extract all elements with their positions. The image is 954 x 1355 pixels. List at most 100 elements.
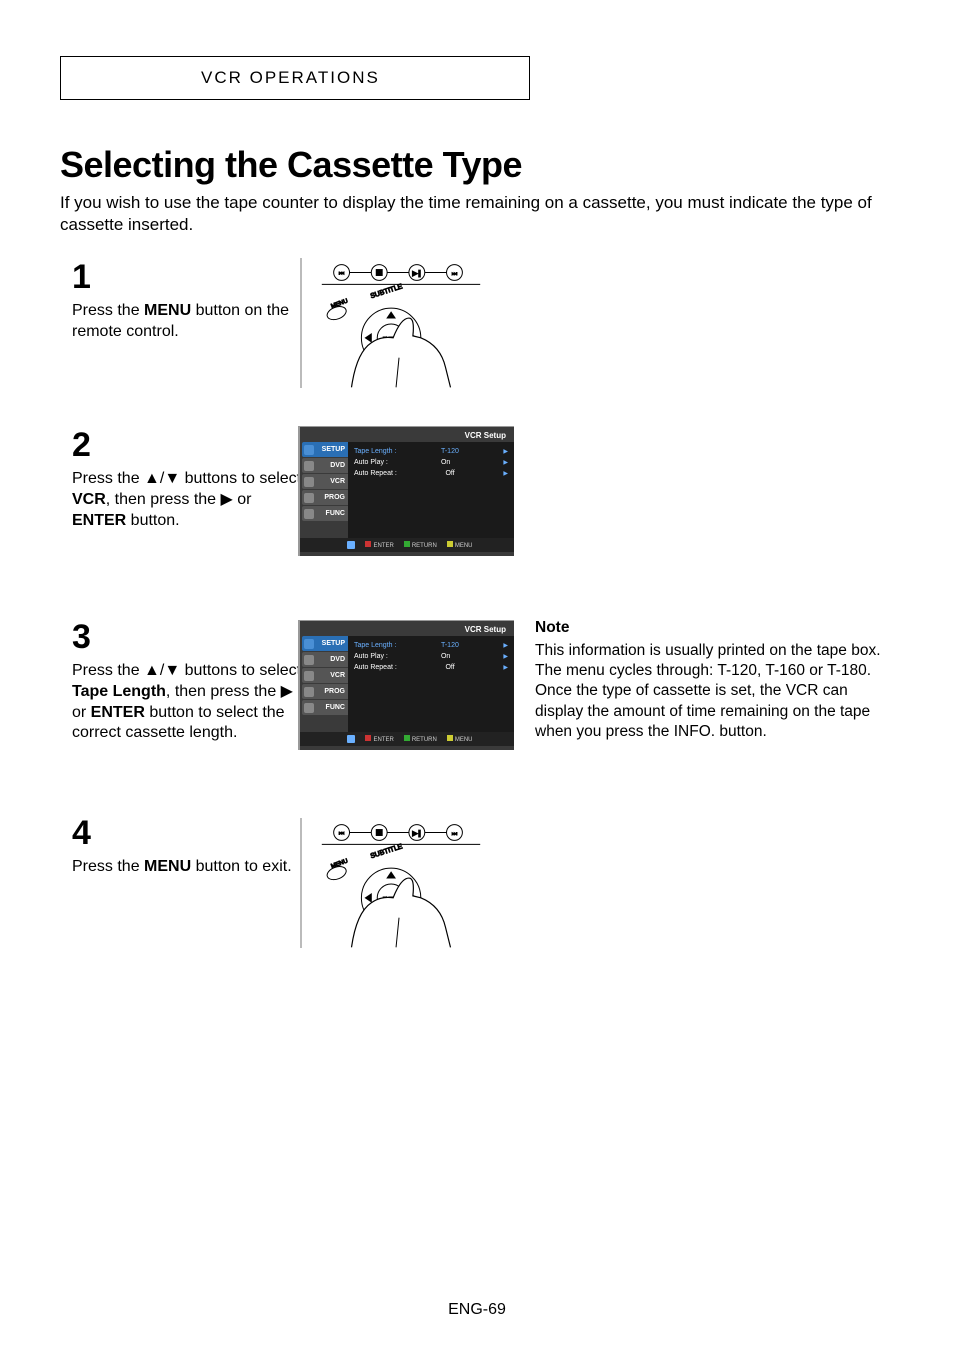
clock-icon xyxy=(304,687,314,697)
step-1-text: Press the MENU button on the remote cont… xyxy=(72,301,302,343)
osd-footer-label: MENU xyxy=(455,543,473,549)
osd-tab-label: PROG xyxy=(324,688,345,695)
osd-tab-label: FUNC xyxy=(326,704,345,711)
osd-footer-label: ENTER xyxy=(373,543,393,549)
osd-tab-label: FUNC xyxy=(326,510,345,517)
note-body-2: Once the type of cassette is set, the VC… xyxy=(535,681,890,741)
osd-row-auto-play: Auto Play :On▶ xyxy=(354,457,508,468)
note-body-1: This information is usually printed on t… xyxy=(535,641,890,681)
step-4-bold: MENU xyxy=(144,858,191,875)
chevron-right-icon: ▶ xyxy=(503,448,508,455)
step-3-bold-b: ENTER xyxy=(91,704,145,721)
func-icon xyxy=(304,703,314,713)
osd-footer: ENTER RETURN MENU xyxy=(300,538,514,552)
osd-tab-label: DVD xyxy=(330,656,345,663)
page-title: Selecting the Cassette Type xyxy=(60,144,522,186)
osd-tab-label: DVD xyxy=(330,462,345,469)
osd-row-auto-repeat: Auto Repeat : Off ▶ xyxy=(354,662,508,673)
svg-text:⏮: ⏮ xyxy=(339,271,345,277)
chevron-right-icon: ▶ xyxy=(503,664,508,671)
osd-tab-vcr: VCR xyxy=(302,668,348,683)
step-2-bold-b: ENTER xyxy=(72,512,126,529)
intro-text: If you wish to use the tape counter to d… xyxy=(60,192,880,236)
osd-row-value: Off xyxy=(445,664,454,671)
step-3-text: Press the ▲/▼ buttons to select Tape Len… xyxy=(72,661,302,744)
svg-text:⏭: ⏭ xyxy=(452,831,458,837)
osd-tab-label: SETUP xyxy=(322,640,345,647)
green-button-icon xyxy=(404,735,410,741)
note-title: Note xyxy=(535,618,890,638)
disc-icon xyxy=(304,655,314,665)
osd-tab-prog: PROG xyxy=(302,490,348,505)
osd-tab-func: FUNC xyxy=(302,700,348,715)
osd-row-value: On xyxy=(441,653,450,660)
svg-text:MENU: MENU xyxy=(330,858,348,870)
yellow-button-icon xyxy=(447,735,453,741)
osd-row-label: Auto Play : xyxy=(354,653,388,660)
red-button-icon xyxy=(365,541,371,547)
step-3-number: 3 xyxy=(72,618,302,657)
osd-tab-setup: SETUP xyxy=(302,442,348,457)
section-header: VCR OPERATIONS xyxy=(60,56,530,100)
osd-row-label: Auto Repeat : xyxy=(354,664,397,671)
step-2-a: Press the ▲/▼ buttons to select xyxy=(72,470,301,487)
step-4: 4 Press the MENU button to exit. xyxy=(72,814,322,878)
osd-row-value: T-120 xyxy=(441,448,459,455)
osd-screenshot-2: VCR Setup SETUP DVD VCR PROG FUNC Tape L… xyxy=(298,426,514,556)
step-4-post: button to exit. xyxy=(191,858,292,875)
osd-tab-dvd: DVD xyxy=(302,458,348,473)
osd-tab-label: PROG xyxy=(324,494,345,501)
osd-tabs: SETUP DVD VCR PROG FUNC xyxy=(300,442,348,538)
osd-tab-label: VCR xyxy=(330,672,345,679)
osd-tab-setup: SETUP xyxy=(302,636,348,651)
remote-illustration-1: ⏮ ▶∥ ⏭ SUBTITLE MENU ENTER xyxy=(300,258,500,388)
osd-row-tape-length: Tape Length :T-120▶ xyxy=(354,446,508,457)
osd-tab-prog: PROG xyxy=(302,684,348,699)
subtitle-label: SUBTITLE xyxy=(370,283,404,300)
osd-tab-func: FUNC xyxy=(302,506,348,521)
remote-illustration-4: ⏮ ▶∥ ⏭ SUBTITLE MENU ENTER xyxy=(300,818,500,948)
step-3: 3 Press the ▲/▼ buttons to select Tape L… xyxy=(72,618,302,744)
chevron-right-icon: ▶ xyxy=(503,653,508,660)
osd-footer-label: RETURN xyxy=(412,737,437,743)
svg-text:⏮: ⏮ xyxy=(339,831,345,837)
green-button-icon xyxy=(404,541,410,547)
red-button-icon xyxy=(365,735,371,741)
osd-footer-label: ENTER xyxy=(373,737,393,743)
osd-row-label: Tape Length : xyxy=(354,642,396,649)
chevron-right-icon: ▶ xyxy=(503,459,508,466)
step-1-number: 1 xyxy=(72,258,302,297)
osd-row-tape-length: Tape Length :T-120▶ xyxy=(354,640,508,651)
page-number: ENG-69 xyxy=(0,1301,954,1319)
clock-icon xyxy=(304,493,314,503)
step-2-b: , then press the ▶ or xyxy=(106,491,252,508)
osd-tab-label: SETUP xyxy=(322,446,345,453)
step-2-bold-a: VCR xyxy=(72,491,106,508)
chevron-right-icon: ▶ xyxy=(503,470,508,477)
osd-row-auto-play: Auto Play : On ▶ xyxy=(354,651,508,662)
step-1-bold: MENU xyxy=(144,302,191,319)
osd-tab-label: VCR xyxy=(330,478,345,485)
osd-tabs: SETUP DVD VCR PROG FUNC xyxy=(300,636,348,732)
osd-content: Tape Length :T-120▶ Auto Play : On ▶ Auto … xyxy=(348,636,514,732)
osd-tab-dvd: DVD xyxy=(302,652,348,667)
step-3-a: Press the ▲/▼ buttons to select xyxy=(72,662,301,679)
step-3-bold-a: Tape Length xyxy=(72,683,166,700)
step-2: 2 Press the ▲/▼ buttons to select VCR, t… xyxy=(72,426,302,531)
osd-footer: ENTER RETURN MENU xyxy=(300,732,514,746)
svg-text:▶∥: ▶∥ xyxy=(412,269,421,277)
osd-title: VCR Setup xyxy=(300,621,514,636)
step-4-pre: Press the xyxy=(72,858,144,875)
svg-text:▶∥: ▶∥ xyxy=(412,829,421,837)
tape-icon xyxy=(304,477,314,487)
nav-icon xyxy=(347,735,355,743)
step-2-number: 2 xyxy=(72,426,302,465)
osd-row-value: Off xyxy=(445,470,454,477)
osd-title: VCR Setup xyxy=(300,427,514,442)
osd-row-value: On xyxy=(441,459,450,466)
osd-row-auto-repeat: Auto Repeat :Off▶ xyxy=(354,468,508,479)
step-1: 1 Press the MENU button on the remote co… xyxy=(72,258,302,343)
tape-icon xyxy=(304,671,314,681)
step-1-pre: Press the xyxy=(72,302,144,319)
osd-footer-label: RETURN xyxy=(412,543,437,549)
